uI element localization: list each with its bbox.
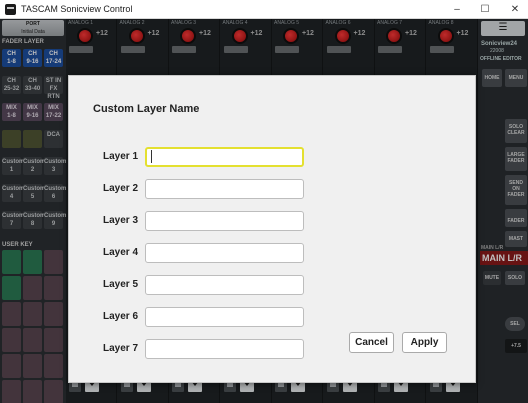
layer-4-label: Layer 4 xyxy=(103,247,139,258)
custom-layer-name-dialog: Custom Layer Name Layer 1 Layer 2 Layer 3 L… xyxy=(68,75,476,383)
layer-6-name-input[interactable] xyxy=(145,307,304,327)
cancel-button[interactable]: Cancel xyxy=(349,332,394,353)
layer-5-name-input[interactable] xyxy=(145,275,304,295)
layer-5-label: Layer 5 xyxy=(103,279,139,290)
modal-overlay: Custom Layer Name Layer 1 Layer 2 Layer 3 L… xyxy=(0,19,528,403)
text-caret xyxy=(151,150,152,163)
window-title: TASCAM Sonicview Control xyxy=(21,4,133,14)
apply-button[interactable]: Apply xyxy=(402,332,447,353)
close-button[interactable]: ✕ xyxy=(502,0,528,19)
layer-4-name-input[interactable] xyxy=(145,243,304,263)
layer-7-label: Layer 7 xyxy=(103,343,139,354)
layer-1-label: Layer 1 xyxy=(103,151,139,162)
layer-6-label: Layer 6 xyxy=(103,311,139,322)
layer-2-name-input[interactable] xyxy=(145,179,304,199)
layer-3-name-input[interactable] xyxy=(145,211,304,231)
minimize-button[interactable]: – xyxy=(444,0,470,19)
layer-1-name-input[interactable] xyxy=(145,147,304,167)
dialog-title: Custom Layer Name xyxy=(93,103,200,115)
app-logo-icon xyxy=(5,3,16,15)
layer-3-label: Layer 3 xyxy=(103,215,139,226)
maximize-button[interactable]: ☐ xyxy=(472,0,498,19)
layer-7-name-input[interactable] xyxy=(145,339,304,359)
window-titlebar: TASCAM Sonicview Control – ☐ ✕ xyxy=(0,0,528,19)
layer-2-label: Layer 2 xyxy=(103,183,139,194)
